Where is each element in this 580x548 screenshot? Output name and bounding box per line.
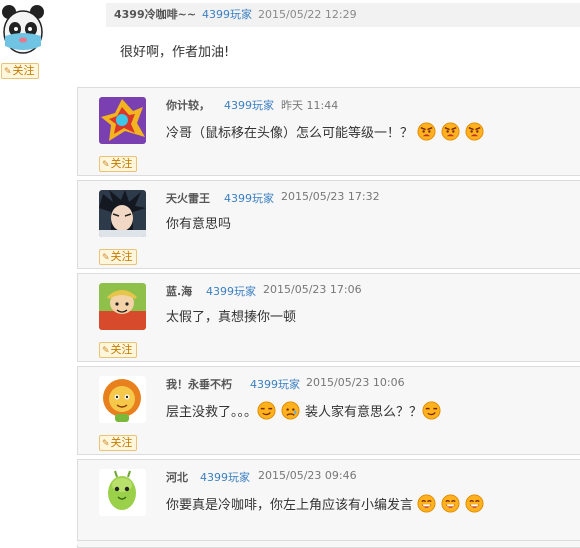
reply-avatar[interactable]: [99, 97, 146, 144]
follow-button[interactable]: ✎关注: [99, 435, 137, 451]
reply-user-role[interactable]: 4399玩家: [206, 283, 256, 299]
angry-face-icon: [417, 122, 436, 141]
reply-text: 你要真是冷咖啡，你左上角应该有小编发言: [166, 494, 489, 516]
reply-timestamp: 2015/05/23 09:46: [258, 469, 357, 482]
reply-avatar[interactable]: [99, 469, 146, 516]
reply-username[interactable]: 天火雷王: [166, 190, 210, 206]
reply-user-role[interactable]: 4399玩家: [200, 469, 250, 485]
anime-pirate-avatar-icon: [99, 283, 146, 330]
reply-timestamp: 2015/05/23 10:06: [306, 376, 405, 389]
lion-cartoon-avatar-icon: [99, 376, 146, 423]
reply-text: 太假了，真想揍你一顿: [166, 310, 297, 325]
reply-text: 你有意思吗: [166, 217, 232, 232]
smirk-face-icon: [422, 401, 441, 420]
reply-item: ✎关注 天火雷王 4399玩家 2015/05/23 17:32 你有意思吗: [77, 180, 580, 269]
reply-item: ✎关注 蓝.海 4399玩家 2015/05/23 17:06 太假了，真想揍你…: [77, 273, 580, 362]
reply-text: 层主没救了。。。 装人家有意思么？？: [166, 401, 446, 423]
panda-avatar-icon: [1, 2, 45, 57]
follow-button-main[interactable]: ✎关注: [1, 63, 39, 79]
pencil-icon: ✎: [102, 160, 110, 170]
main-user-role[interactable]: 4399玩家: [202, 3, 252, 27]
sad-face-icon: [281, 401, 300, 420]
reply-item: 河北 4399玩家 2015/05/23 09:46 你要真是冷咖啡，你左上角应…: [77, 459, 580, 548]
reply-username[interactable]: 你计较，: [166, 97, 210, 113]
reply-username[interactable]: 河北: [166, 469, 188, 485]
grin-face-icon: [417, 494, 436, 513]
follow-button[interactable]: ✎关注: [99, 156, 137, 172]
pencil-icon: ✎: [102, 346, 110, 356]
reply-avatar[interactable]: [99, 283, 146, 330]
reply-avatar[interactable]: [99, 190, 146, 237]
angry-face-icon: [465, 122, 484, 141]
follow-button[interactable]: ✎关注: [99, 342, 137, 358]
reply-timestamp: 2015/05/23 17:32: [281, 190, 380, 203]
main-commenter-avatar[interactable]: [1, 2, 45, 57]
reply-text: 冷哥（鼠标移在头像）怎么可能等级一！？: [166, 122, 489, 144]
reply-username[interactable]: 蓝.海: [166, 283, 192, 299]
grin-face-icon: [465, 494, 484, 513]
grin-face-icon: [441, 494, 460, 513]
pencil-icon: ✎: [102, 439, 110, 449]
main-timestamp: 2015/05/22 12:29: [258, 8, 357, 21]
reply-item: ✎关注 你计较， 4399玩家 昨天 11:44 冷哥（鼠标移在头像）怎么可能等…: [77, 87, 580, 176]
reply-user-role[interactable]: 4399玩家: [250, 376, 300, 392]
pencil-icon: ✎: [4, 67, 12, 77]
next-reply-edge: [77, 540, 580, 545]
main-comment-text: 很好啊，作者加油!: [120, 45, 230, 60]
reply-avatar[interactable]: [99, 376, 146, 423]
reply-timestamp: 昨天 11:44: [281, 99, 339, 112]
main-comment-header: 4399冷咖啡~~ 4399玩家 2015/05/22 12:29: [106, 3, 580, 27]
warrior-avatar-icon: [99, 97, 146, 144]
smirk-face-icon: [257, 401, 276, 420]
main-username[interactable]: 4399冷咖啡~~: [114, 3, 196, 27]
reply-username[interactable]: 我！永垂不朽: [166, 376, 232, 392]
reply-user-role[interactable]: 4399玩家: [224, 97, 274, 113]
reply-item: ✎关注 我！永垂不朽 4399玩家 2015/05/23 10:06 层主没救了…: [77, 366, 580, 455]
green-bean-avatar-icon: [99, 469, 146, 516]
pencil-icon: ✎: [102, 253, 110, 263]
reply-timestamp: 2015/05/23 17:06: [263, 283, 362, 296]
angry-face-icon: [441, 122, 460, 141]
follow-button[interactable]: ✎关注: [99, 249, 137, 265]
reply-user-role[interactable]: 4399玩家: [224, 190, 274, 206]
anime-ninja-avatar-icon: [99, 190, 146, 237]
